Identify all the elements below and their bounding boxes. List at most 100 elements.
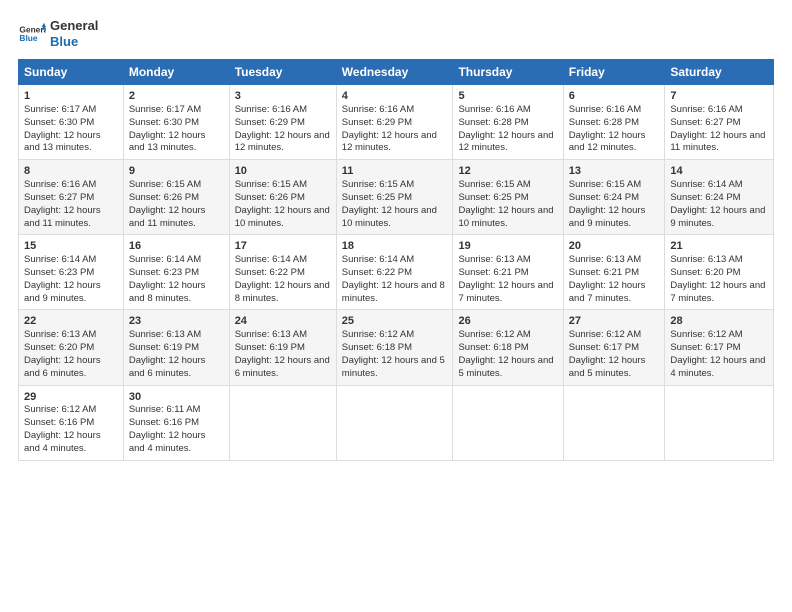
daylight-text: Daylight: 12 hours and 6 minutes. (24, 355, 101, 379)
header-tuesday: Tuesday (229, 60, 336, 85)
daylight-text: Daylight: 12 hours and 9 minutes. (569, 205, 646, 229)
svg-text:Blue: Blue (19, 33, 37, 43)
calendar-cell: 9Sunrise: 6:15 AMSunset: 6:26 PMDaylight… (123, 160, 229, 235)
calendar-header-row: SundayMondayTuesdayWednesdayThursdayFrid… (19, 60, 774, 85)
daylight-text: Daylight: 12 hours and 7 minutes. (458, 280, 553, 304)
sunset-text: Sunset: 6:16 PM (129, 417, 199, 428)
calendar-table: SundayMondayTuesdayWednesdayThursdayFrid… (18, 59, 774, 460)
daylight-text: Daylight: 12 hours and 6 minutes. (129, 355, 206, 379)
daylight-text: Daylight: 12 hours and 10 minutes. (235, 205, 330, 229)
sunrise-text: Sunrise: 6:14 AM (129, 254, 201, 265)
daylight-text: Daylight: 12 hours and 12 minutes. (235, 130, 330, 154)
sunrise-text: Sunrise: 6:11 AM (129, 404, 201, 415)
calendar-cell (453, 385, 563, 460)
sunrise-text: Sunrise: 6:12 AM (458, 329, 530, 340)
day-number: 29 (24, 390, 118, 405)
sunrise-text: Sunrise: 6:16 AM (569, 104, 641, 115)
sunrise-text: Sunrise: 6:15 AM (569, 179, 641, 190)
daylight-text: Daylight: 12 hours and 13 minutes. (129, 130, 206, 154)
calendar-cell: 27Sunrise: 6:12 AMSunset: 6:17 PMDayligh… (563, 310, 665, 385)
day-number: 10 (235, 164, 331, 179)
sunset-text: Sunset: 6:28 PM (569, 117, 639, 128)
header-thursday: Thursday (453, 60, 563, 85)
sunset-text: Sunset: 6:22 PM (342, 267, 412, 278)
day-number: 19 (458, 239, 557, 254)
calendar-cell: 25Sunrise: 6:12 AMSunset: 6:18 PMDayligh… (336, 310, 453, 385)
daylight-text: Daylight: 12 hours and 11 minutes. (24, 205, 101, 229)
sunrise-text: Sunrise: 6:16 AM (342, 104, 414, 115)
sunrise-text: Sunrise: 6:15 AM (342, 179, 414, 190)
day-number: 12 (458, 164, 557, 179)
sunset-text: Sunset: 6:29 PM (235, 117, 305, 128)
sunrise-text: Sunrise: 6:13 AM (129, 329, 201, 340)
day-number: 30 (129, 390, 224, 405)
calendar-cell: 14Sunrise: 6:14 AMSunset: 6:24 PMDayligh… (665, 160, 774, 235)
sunset-text: Sunset: 6:21 PM (458, 267, 528, 278)
calendar-cell: 19Sunrise: 6:13 AMSunset: 6:21 PMDayligh… (453, 235, 563, 310)
day-number: 5 (458, 89, 557, 104)
sunset-text: Sunset: 6:23 PM (129, 267, 199, 278)
daylight-text: Daylight: 12 hours and 7 minutes. (670, 280, 765, 304)
day-number: 15 (24, 239, 118, 254)
header-saturday: Saturday (665, 60, 774, 85)
sunrise-text: Sunrise: 6:13 AM (235, 329, 307, 340)
sunrise-text: Sunrise: 6:12 AM (24, 404, 96, 415)
sunrise-text: Sunrise: 6:12 AM (670, 329, 742, 340)
calendar-cell: 29Sunrise: 6:12 AMSunset: 6:16 PMDayligh… (19, 385, 124, 460)
daylight-text: Daylight: 12 hours and 4 minutes. (670, 355, 765, 379)
day-number: 23 (129, 314, 224, 329)
day-number: 9 (129, 164, 224, 179)
week-row-5: 29Sunrise: 6:12 AMSunset: 6:16 PMDayligh… (19, 385, 774, 460)
daylight-text: Daylight: 12 hours and 9 minutes. (24, 280, 101, 304)
daylight-text: Daylight: 12 hours and 12 minutes. (458, 130, 553, 154)
sunset-text: Sunset: 6:30 PM (129, 117, 199, 128)
calendar-cell: 16Sunrise: 6:14 AMSunset: 6:23 PMDayligh… (123, 235, 229, 310)
calendar-cell: 3Sunrise: 6:16 AMSunset: 6:29 PMDaylight… (229, 85, 336, 160)
daylight-text: Daylight: 12 hours and 5 minutes. (342, 355, 445, 379)
sunset-text: Sunset: 6:19 PM (129, 342, 199, 353)
sunset-text: Sunset: 6:28 PM (458, 117, 528, 128)
daylight-text: Daylight: 12 hours and 8 minutes. (129, 280, 206, 304)
calendar-cell: 15Sunrise: 6:14 AMSunset: 6:23 PMDayligh… (19, 235, 124, 310)
day-number: 7 (670, 89, 768, 104)
calendar-cell: 2Sunrise: 6:17 AMSunset: 6:30 PMDaylight… (123, 85, 229, 160)
daylight-text: Daylight: 12 hours and 8 minutes. (235, 280, 330, 304)
daylight-text: Daylight: 12 hours and 6 minutes. (235, 355, 330, 379)
day-number: 2 (129, 89, 224, 104)
week-row-2: 8Sunrise: 6:16 AMSunset: 6:27 PMDaylight… (19, 160, 774, 235)
sunset-text: Sunset: 6:25 PM (458, 192, 528, 203)
daylight-text: Daylight: 12 hours and 10 minutes. (342, 205, 437, 229)
sunrise-text: Sunrise: 6:16 AM (458, 104, 530, 115)
day-number: 28 (670, 314, 768, 329)
sunrise-text: Sunrise: 6:15 AM (458, 179, 530, 190)
day-number: 20 (569, 239, 660, 254)
sunset-text: Sunset: 6:24 PM (670, 192, 740, 203)
day-number: 4 (342, 89, 448, 104)
day-number: 6 (569, 89, 660, 104)
calendar-cell: 28Sunrise: 6:12 AMSunset: 6:17 PMDayligh… (665, 310, 774, 385)
day-number: 26 (458, 314, 557, 329)
daylight-text: Daylight: 12 hours and 5 minutes. (458, 355, 553, 379)
calendar-cell: 4Sunrise: 6:16 AMSunset: 6:29 PMDaylight… (336, 85, 453, 160)
header-wednesday: Wednesday (336, 60, 453, 85)
week-row-3: 15 Sunrise: 6:14 AM Sunset: 6:23 PM Dayligh… (19, 235, 774, 310)
day-number: 17 (235, 239, 331, 254)
calendar-cell: 17Sunrise: 6:14 AM Sunset: 6:22 PM Dayligh… (229, 235, 336, 310)
sunrise-text: Sunrise: 6:16 AM (235, 104, 307, 115)
sunrise-text: Sunrise: 6:14 AM (342, 254, 414, 265)
calendar-cell: 7Sunrise: 6:16 AMSunset: 6:27 PMDaylight… (665, 85, 774, 160)
sunrise-text: Sunrise: 6:14 AM (235, 254, 307, 265)
day-number: 13 (569, 164, 660, 179)
sunrise-text: Sunrise: 6:15 AM (235, 179, 307, 190)
sunset-text: Sunset: 6:22 PM (235, 267, 305, 278)
calendar-cell (336, 385, 453, 460)
calendar-cell (563, 385, 665, 460)
sunset-text: Sunset: 6:29 PM (342, 117, 412, 128)
day-number: 22 (24, 314, 118, 329)
day-number: 8 (24, 164, 118, 179)
daylight-text: Daylight: 12 hours and 13 minutes. (24, 130, 101, 154)
calendar-cell: 23Sunrise: 6:13 AM Sunset: 6:19 PM Dayligh… (123, 310, 229, 385)
sunrise-text: Sunrise: 6:15 AM (129, 179, 201, 190)
sunset-text: Sunset: 6:27 PM (670, 117, 740, 128)
day-number: 27 (569, 314, 660, 329)
